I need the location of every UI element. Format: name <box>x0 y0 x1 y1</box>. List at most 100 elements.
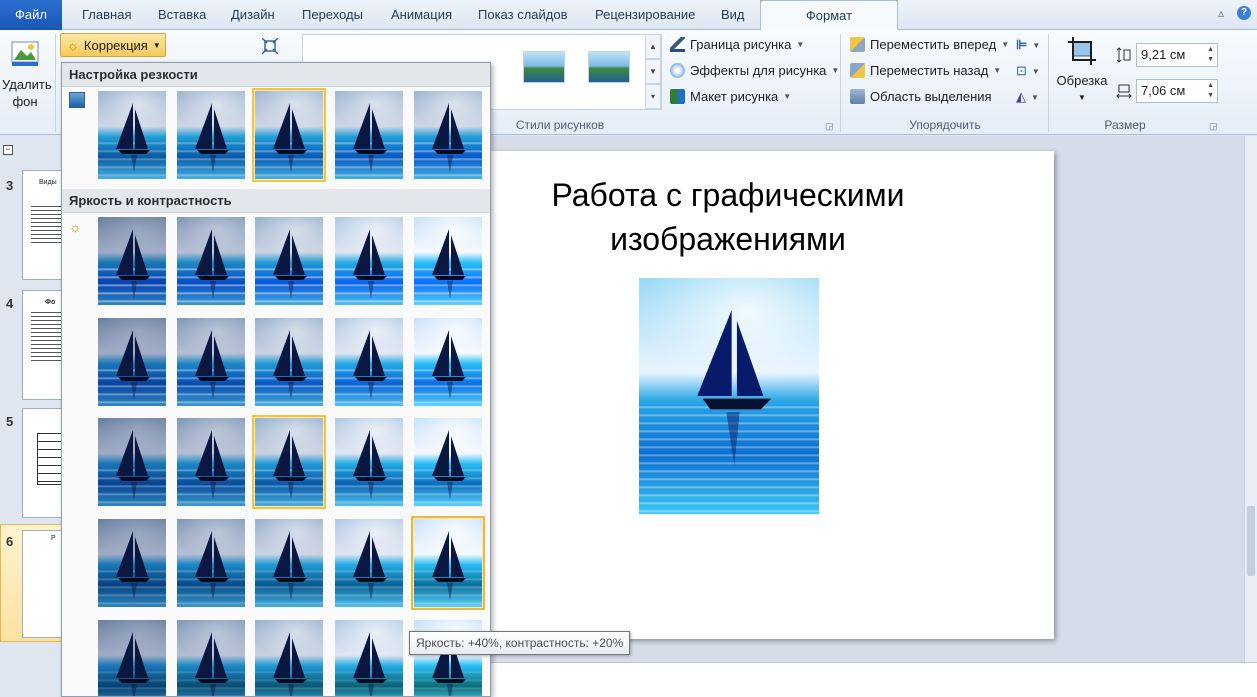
send-backward-button[interactable]: Переместить назад ▼ <box>850 63 1001 78</box>
tab-slideshow[interactable]: Показ слайдов <box>478 0 568 30</box>
slide-thumbnail-4[interactable]: Фо <box>22 290 66 400</box>
brightness-contrast-option[interactable] <box>252 617 326 696</box>
slide-number: 5 <box>6 414 14 429</box>
tab-transitions[interactable]: Переходы <box>302 0 363 30</box>
brightness-contrast-option[interactable] <box>174 617 248 696</box>
brightness-contrast-option[interactable] <box>174 516 248 610</box>
brightness-contrast-option[interactable] <box>252 315 326 409</box>
sailboat-preview <box>414 318 482 406</box>
brightness-contrast-option[interactable] <box>95 516 169 610</box>
brightness-contrast-option[interactable] <box>174 315 248 409</box>
thumb-title: Фо <box>45 299 56 306</box>
scroll-down-icon[interactable]: ▼ <box>645 59 661 84</box>
notes-pane[interactable] <box>488 662 1257 697</box>
selection-pane-label: Область выделения <box>870 89 992 104</box>
tab-view[interactable]: Вид <box>721 0 745 30</box>
align-button[interactable]: ⊫ ▼ <box>1016 37 1040 53</box>
sailboat-preview <box>98 620 166 696</box>
scrollbar-thumb[interactable] <box>1247 506 1255 576</box>
sailboat-image[interactable] <box>639 278 819 514</box>
width-icon <box>1116 83 1132 102</box>
current-slide[interactable]: Работа с графическими изображениями <box>488 151 1054 639</box>
picture-effects-button[interactable]: Эффекты для рисунка ▼ <box>670 63 839 78</box>
brightness-contrast-option[interactable] <box>174 214 248 308</box>
crop-button[interactable]: Обрезка ▼ <box>1054 36 1110 106</box>
more-icon[interactable]: ▾ <box>645 84 661 109</box>
remove-background-label: Удалить фон <box>2 77 52 109</box>
selection-pane-button[interactable]: Область выделения <box>850 89 992 104</box>
sailboat-preview <box>177 519 245 607</box>
style-thumb[interactable] <box>588 51 630 83</box>
spin-arrows-icon[interactable]: ▲ ▼ <box>1207 81 1214 101</box>
brightness-contrast-option[interactable] <box>95 315 169 409</box>
brightness-contrast-option[interactable] <box>411 516 485 610</box>
styles-scroll[interactable]: ▲ ▼ ▾ <box>645 34 661 110</box>
brightness-contrast-option[interactable] <box>332 516 406 610</box>
brightness-contrast-option[interactable] <box>252 516 326 610</box>
height-field[interactable]: 9,21 см ▲ ▼ <box>1136 43 1218 67</box>
brightness-contrast-option[interactable] <box>411 415 485 509</box>
tab-format[interactable]: Формат <box>760 0 898 31</box>
sailboat-preview <box>335 418 403 506</box>
picture-layout-button[interactable]: Макет рисунка ▼ <box>670 89 791 104</box>
brightness-contrast-option[interactable] <box>411 315 485 409</box>
sharpness-option[interactable] <box>332 88 406 182</box>
remove-background-button[interactable]: Удалить фон <box>0 38 52 110</box>
brightness-contrast-option[interactable] <box>252 214 326 308</box>
chevron-down-icon: ▼ <box>993 66 1002 75</box>
slide-thumbnail-5[interactable] <box>22 408 66 518</box>
style-thumb[interactable] <box>523 51 565 83</box>
tab-review[interactable]: Рецензирование <box>595 0 695 30</box>
sharpness-option[interactable] <box>174 88 248 182</box>
help-icon[interactable]: ? <box>1237 6 1251 20</box>
brightness-contrast-option[interactable] <box>332 617 406 696</box>
sharpness-option[interactable] <box>411 88 485 182</box>
sailboat-preview <box>177 418 245 506</box>
spin-arrows-icon[interactable]: ▲ ▼ <box>1207 45 1214 65</box>
slide-number: 3 <box>6 178 14 193</box>
compress-pictures-icon[interactable] <box>261 37 279 57</box>
brightness-contrast-option[interactable] <box>332 315 406 409</box>
size-group-label: Размер <box>1104 118 1146 132</box>
brightness-contrast-option[interactable] <box>95 617 169 696</box>
correction-button[interactable]: ☼ Коррекция ▼ <box>60 33 166 57</box>
tab-design[interactable]: Дизайн <box>231 0 275 30</box>
chevron-down-icon: ▼ <box>796 40 805 49</box>
sun-icon: ☼ <box>69 219 82 235</box>
brightness-contrast-option[interactable] <box>332 415 406 509</box>
scroll-up-icon[interactable]: ▲ <box>645 34 661 59</box>
bring-forward-button[interactable]: Переместить вперед ▼ <box>850 37 1009 52</box>
height-icon <box>1116 47 1132 66</box>
brightness-contrast-option[interactable] <box>174 415 248 509</box>
rotate-button[interactable]: ◭ ▼ <box>1016 89 1039 105</box>
slide-thumbnail-6[interactable]: Р <box>22 530 66 638</box>
brightness-contrast-option[interactable] <box>252 415 326 509</box>
sailboat-preview <box>414 217 482 305</box>
group-button[interactable]: ⊡ ▼ <box>1016 63 1040 79</box>
brightness-contrast-option[interactable] <box>95 214 169 308</box>
tab-file[interactable]: Файл <box>0 0 62 30</box>
sailboat-preview <box>255 318 323 406</box>
brightness-contrast-option[interactable] <box>411 214 485 308</box>
vertical-scrollbar[interactable] <box>1244 136 1257 662</box>
thumb-title: Виды <box>39 179 57 186</box>
slide-title[interactable]: Работа с графическими изображениями <box>488 173 968 261</box>
collapse-icon[interactable]: − <box>3 145 13 155</box>
dialog-launcher-icon[interactable]: ◲ <box>825 121 834 132</box>
rotate-icon: ◭ <box>1016 89 1026 104</box>
sharpness-option[interactable] <box>252 88 326 182</box>
dialog-launcher-icon[interactable]: ◲ <box>1209 121 1218 132</box>
brightness-contrast-option[interactable] <box>411 617 485 696</box>
sharpness-header: Настройка резкости <box>62 63 490 87</box>
brightness-contrast-option[interactable] <box>332 214 406 308</box>
sailboat-preview <box>255 620 323 696</box>
sharpness-option[interactable] <box>95 88 169 182</box>
tab-animation[interactable]: Анимация <box>391 0 452 30</box>
slide-thumbnail-3[interactable]: Виды <box>22 170 66 280</box>
minimize-ribbon-icon[interactable]: ▵ <box>1218 6 1224 20</box>
width-field[interactable]: 7,06 см ▲ ▼ <box>1136 79 1218 103</box>
tab-home[interactable]: Главная <box>82 0 131 30</box>
brightness-contrast-option[interactable] <box>95 415 169 509</box>
picture-border-button[interactable]: Граница рисунка ▼ <box>670 37 804 52</box>
tab-insert[interactable]: Вставка <box>158 0 206 30</box>
